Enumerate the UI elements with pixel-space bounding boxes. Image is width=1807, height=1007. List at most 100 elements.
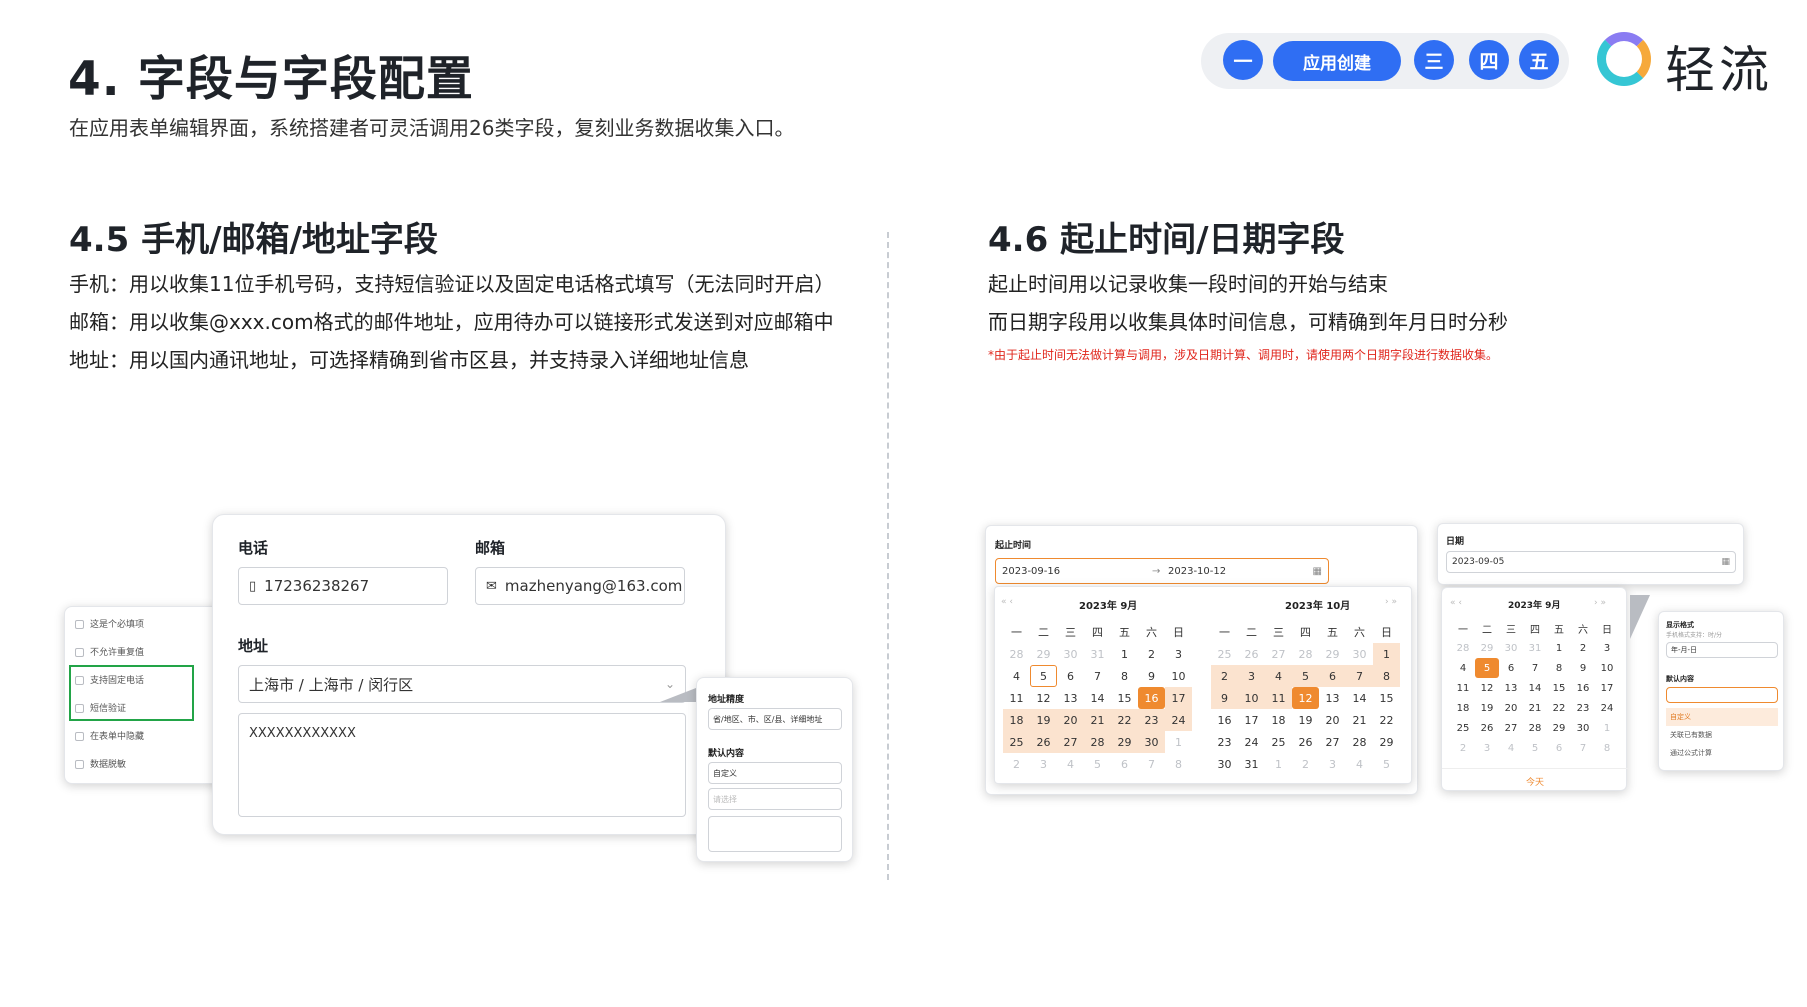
range-input[interactable]: 2023-09-16 → 2023-10-12 ▦ bbox=[995, 558, 1329, 584]
day-cell[interactable]: 4 bbox=[1057, 753, 1084, 775]
prev-month-icon[interactable]: « ‹ bbox=[1450, 598, 1462, 608]
day-cell[interactable]: 26 bbox=[1238, 643, 1265, 665]
default-content-select[interactable] bbox=[1666, 687, 1778, 703]
day-cell[interactable]: 1 bbox=[1165, 731, 1192, 753]
day-cell[interactable]: 4 bbox=[1265, 665, 1292, 687]
day-cell[interactable]: 5 bbox=[1084, 753, 1111, 775]
day-cell[interactable]: 28 bbox=[1451, 638, 1475, 658]
day-cell[interactable]: 31 bbox=[1238, 753, 1265, 775]
day-cell[interactable]: 26 bbox=[1292, 731, 1319, 753]
day-cell[interactable]: 9 bbox=[1138, 665, 1165, 687]
day-cell[interactable]: 23 bbox=[1211, 731, 1238, 753]
day-cell[interactable]: 1 bbox=[1595, 718, 1619, 738]
day-cell[interactable]: 2 bbox=[1451, 738, 1475, 758]
day-cell[interactable]: 25 bbox=[1451, 718, 1475, 738]
option-custom[interactable]: 自定义 bbox=[1666, 708, 1778, 726]
day-cell[interactable]: 6 bbox=[1319, 665, 1346, 687]
day-cell[interactable]: 6 bbox=[1057, 665, 1084, 687]
precision-select[interactable]: 省/地区、市、区/县、详细地址 bbox=[708, 708, 842, 730]
day-cell[interactable]: 24 bbox=[1595, 698, 1619, 718]
day-cell[interactable]: 29 bbox=[1475, 638, 1499, 658]
step-1[interactable]: 一 bbox=[1223, 40, 1263, 80]
day-cell[interactable]: 3 bbox=[1165, 643, 1192, 665]
day-cell[interactable]: 28 bbox=[1346, 731, 1373, 753]
day-cell[interactable]: 24 bbox=[1238, 731, 1265, 753]
day-cell[interactable]: 4 bbox=[1003, 665, 1030, 687]
day-cell[interactable]: 1 bbox=[1373, 643, 1400, 665]
step-4[interactable]: 四 bbox=[1469, 40, 1509, 80]
address-detail-textarea[interactable]: XXXXXXXXXXXX bbox=[238, 713, 686, 817]
day-cell[interactable]: 6 bbox=[1111, 753, 1138, 775]
day-cell[interactable]: 7 bbox=[1084, 665, 1111, 687]
day-cell[interactable]: 16 bbox=[1571, 678, 1595, 698]
day-cell[interactable]: 6 bbox=[1547, 738, 1571, 758]
next-month-icon[interactable]: › » bbox=[1385, 597, 1397, 607]
day-cell[interactable]: 9 bbox=[1571, 658, 1595, 678]
day-cell[interactable]: 27 bbox=[1057, 731, 1084, 753]
day-cell[interactable]: 30 bbox=[1211, 753, 1238, 775]
day-cell[interactable]: 31 bbox=[1084, 643, 1111, 665]
day-cell[interactable]: 10 bbox=[1238, 687, 1265, 709]
day-cell[interactable]: 11 bbox=[1451, 678, 1475, 698]
day-cell[interactable]: 1 bbox=[1111, 643, 1138, 665]
day-cell[interactable]: 20 bbox=[1499, 698, 1523, 718]
day-cell[interactable]: 29 bbox=[1373, 731, 1400, 753]
day-cell[interactable]: 12 bbox=[1475, 678, 1499, 698]
day-cell[interactable]: 18 bbox=[1003, 709, 1030, 731]
address-placeholder-select[interactable]: 请选择 bbox=[708, 788, 842, 810]
day-cell[interactable]: 23 bbox=[1571, 698, 1595, 718]
day-cell[interactable]: 29 bbox=[1547, 718, 1571, 738]
day-cell[interactable]: 7 bbox=[1346, 665, 1373, 687]
day-cell[interactable]: 11 bbox=[1003, 687, 1030, 709]
day-cell[interactable]: 10 bbox=[1595, 658, 1619, 678]
option-row[interactable]: 数据脱敏 bbox=[75, 757, 126, 770]
day-cell[interactable]: 3 bbox=[1238, 665, 1265, 687]
day-cell[interactable]: 7 bbox=[1138, 753, 1165, 775]
day-cell[interactable]: 5 bbox=[1475, 658, 1499, 678]
step-5[interactable]: 五 bbox=[1519, 40, 1559, 80]
day-cell[interactable]: 29 bbox=[1319, 643, 1346, 665]
day-cell[interactable]: 3 bbox=[1030, 753, 1057, 775]
day-cell[interactable]: 14 bbox=[1084, 687, 1111, 709]
day-cell[interactable]: 3 bbox=[1595, 638, 1619, 658]
day-cell[interactable]: 11 bbox=[1265, 687, 1292, 709]
day-cell[interactable]: 20 bbox=[1057, 709, 1084, 731]
phone-input[interactable]: ▯ 17236238267 bbox=[238, 567, 448, 605]
day-cell[interactable]: 2 bbox=[1003, 753, 1030, 775]
day-cell[interactable]: 18 bbox=[1451, 698, 1475, 718]
day-cell[interactable]: 3 bbox=[1475, 738, 1499, 758]
option-row[interactable]: 支持固定电话 bbox=[75, 673, 144, 686]
day-cell[interactable]: 29 bbox=[1111, 731, 1138, 753]
day-cell[interactable]: 14 bbox=[1346, 687, 1373, 709]
day-cell[interactable]: 24 bbox=[1165, 709, 1192, 731]
day-cell[interactable]: 5 bbox=[1523, 738, 1547, 758]
day-cell[interactable]: 4 bbox=[1346, 753, 1373, 775]
day-cell[interactable]: 30 bbox=[1138, 731, 1165, 753]
next-month-icon[interactable]: › » bbox=[1594, 598, 1606, 608]
address-select[interactable]: 上海市 / 上海市 / 闵行区 ⌄ bbox=[238, 665, 686, 703]
day-cell[interactable]: 13 bbox=[1499, 678, 1523, 698]
day-cell[interactable]: 25 bbox=[1211, 643, 1238, 665]
day-cell[interactable]: 8 bbox=[1595, 738, 1619, 758]
day-cell[interactable]: 20 bbox=[1319, 709, 1346, 731]
day-cell[interactable]: 16 bbox=[1211, 709, 1238, 731]
date-input[interactable]: 2023-09-05 ▦ bbox=[1446, 551, 1736, 573]
option-linked-data[interactable]: 关联已有数据 bbox=[1670, 730, 1712, 740]
day-cell[interactable]: 22 bbox=[1547, 698, 1571, 718]
day-cell[interactable]: 7 bbox=[1523, 658, 1547, 678]
day-cell[interactable]: 18 bbox=[1265, 709, 1292, 731]
day-cell[interactable]: 12 bbox=[1292, 687, 1319, 709]
default-select[interactable]: 自定义 bbox=[708, 762, 842, 784]
day-cell[interactable]: 5 bbox=[1373, 753, 1400, 775]
day-cell[interactable]: 15 bbox=[1373, 687, 1400, 709]
step-3[interactable]: 三 bbox=[1414, 40, 1454, 80]
day-cell[interactable]: 6 bbox=[1499, 658, 1523, 678]
day-cell[interactable]: 21 bbox=[1084, 709, 1111, 731]
email-input[interactable]: ✉ mazhenyang@163.com bbox=[475, 567, 685, 605]
day-cell[interactable]: 19 bbox=[1030, 709, 1057, 731]
day-cell[interactable]: 14 bbox=[1523, 678, 1547, 698]
day-cell[interactable]: 2 bbox=[1138, 643, 1165, 665]
day-cell[interactable]: 28 bbox=[1084, 731, 1111, 753]
option-row[interactable]: 不允许重复值 bbox=[75, 645, 144, 658]
day-cell[interactable]: 1 bbox=[1547, 638, 1571, 658]
